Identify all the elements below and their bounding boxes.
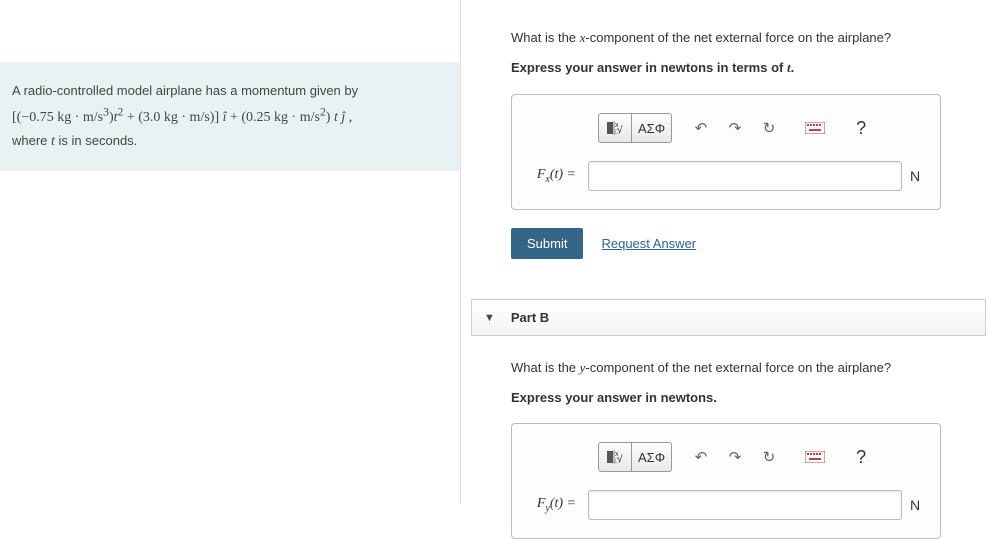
- template-icon[interactable]: x□√: [598, 113, 632, 143]
- part-b-answer-box: x□√ ΑΣΦ ↶ ↷ ↻ ? Fy(t) =: [511, 423, 941, 539]
- part-a-instruction: Express your answer in newtons in terms …: [511, 60, 986, 76]
- help-icon[interactable]: ?: [844, 442, 878, 472]
- problem-tail: where t is in seconds.: [12, 133, 137, 148]
- part-b-answer-input[interactable]: [588, 490, 902, 520]
- undo-icon[interactable]: ↶: [684, 113, 718, 143]
- panel-divider: [460, 0, 461, 504]
- svg-text:√: √: [617, 124, 623, 136]
- part-b-unit: N: [910, 497, 926, 513]
- reset-icon[interactable]: ↻: [752, 113, 786, 143]
- problem-formula: [(−0.75 kg · m/s3)t2 + (3.0 kg · m/s)] î…: [12, 110, 352, 125]
- chevron-down-icon: ▼: [484, 312, 495, 324]
- part-b-answer-label: Fy(t) =: [526, 496, 580, 514]
- reset-icon[interactable]: ↻: [752, 442, 786, 472]
- greek-letters-button[interactable]: ΑΣΦ: [632, 113, 672, 143]
- svg-text:√: √: [617, 453, 623, 465]
- part-a-unit: N: [910, 168, 926, 184]
- request-answer-link[interactable]: Request Answer: [601, 236, 696, 251]
- undo-icon[interactable]: ↶: [684, 442, 718, 472]
- part-a-content: What is the x-component of the net exter…: [471, 0, 986, 259]
- part-a-answer-input[interactable]: [588, 161, 902, 191]
- part-a-answer-label: Fx(t) =: [526, 167, 580, 185]
- part-b-question: What is the y-component of the net exter…: [511, 360, 986, 376]
- problem-panel: A radio-controlled model airplane has a …: [0, 0, 460, 504]
- part-b-content: What is the y-component of the net exter…: [471, 336, 986, 539]
- part-a-answer-box: x□√ ΑΣΦ ↶ ↷ ↻ ? Fx(t) =: [511, 94, 941, 210]
- keyboard-icon[interactable]: [798, 442, 832, 472]
- part-b-toolbar: x□√ ΑΣΦ ↶ ↷ ↻ ?: [598, 442, 926, 472]
- part-b-header[interactable]: ▼ Part B: [471, 299, 986, 336]
- problem-intro: A radio-controlled model airplane has a …: [12, 83, 358, 98]
- part-a-toolbar: x□√ ΑΣΦ ↶ ↷ ↻ ?: [598, 113, 926, 143]
- keyboard-icon[interactable]: [798, 113, 832, 143]
- greek-letters-button[interactable]: ΑΣΦ: [632, 442, 672, 472]
- part-a-question: What is the x-component of the net exter…: [511, 30, 986, 46]
- part-b-instruction: Express your answer in newtons.: [511, 390, 986, 405]
- template-icon[interactable]: x□√: [598, 442, 632, 472]
- part-b-title: Part B: [505, 310, 549, 325]
- submit-button[interactable]: Submit: [511, 228, 583, 259]
- help-icon[interactable]: ?: [844, 113, 878, 143]
- redo-icon[interactable]: ↷: [718, 113, 752, 143]
- answer-panel: What is the x-component of the net exter…: [471, 0, 986, 504]
- problem-statement: A radio-controlled model airplane has a …: [0, 62, 460, 171]
- redo-icon[interactable]: ↷: [718, 442, 752, 472]
